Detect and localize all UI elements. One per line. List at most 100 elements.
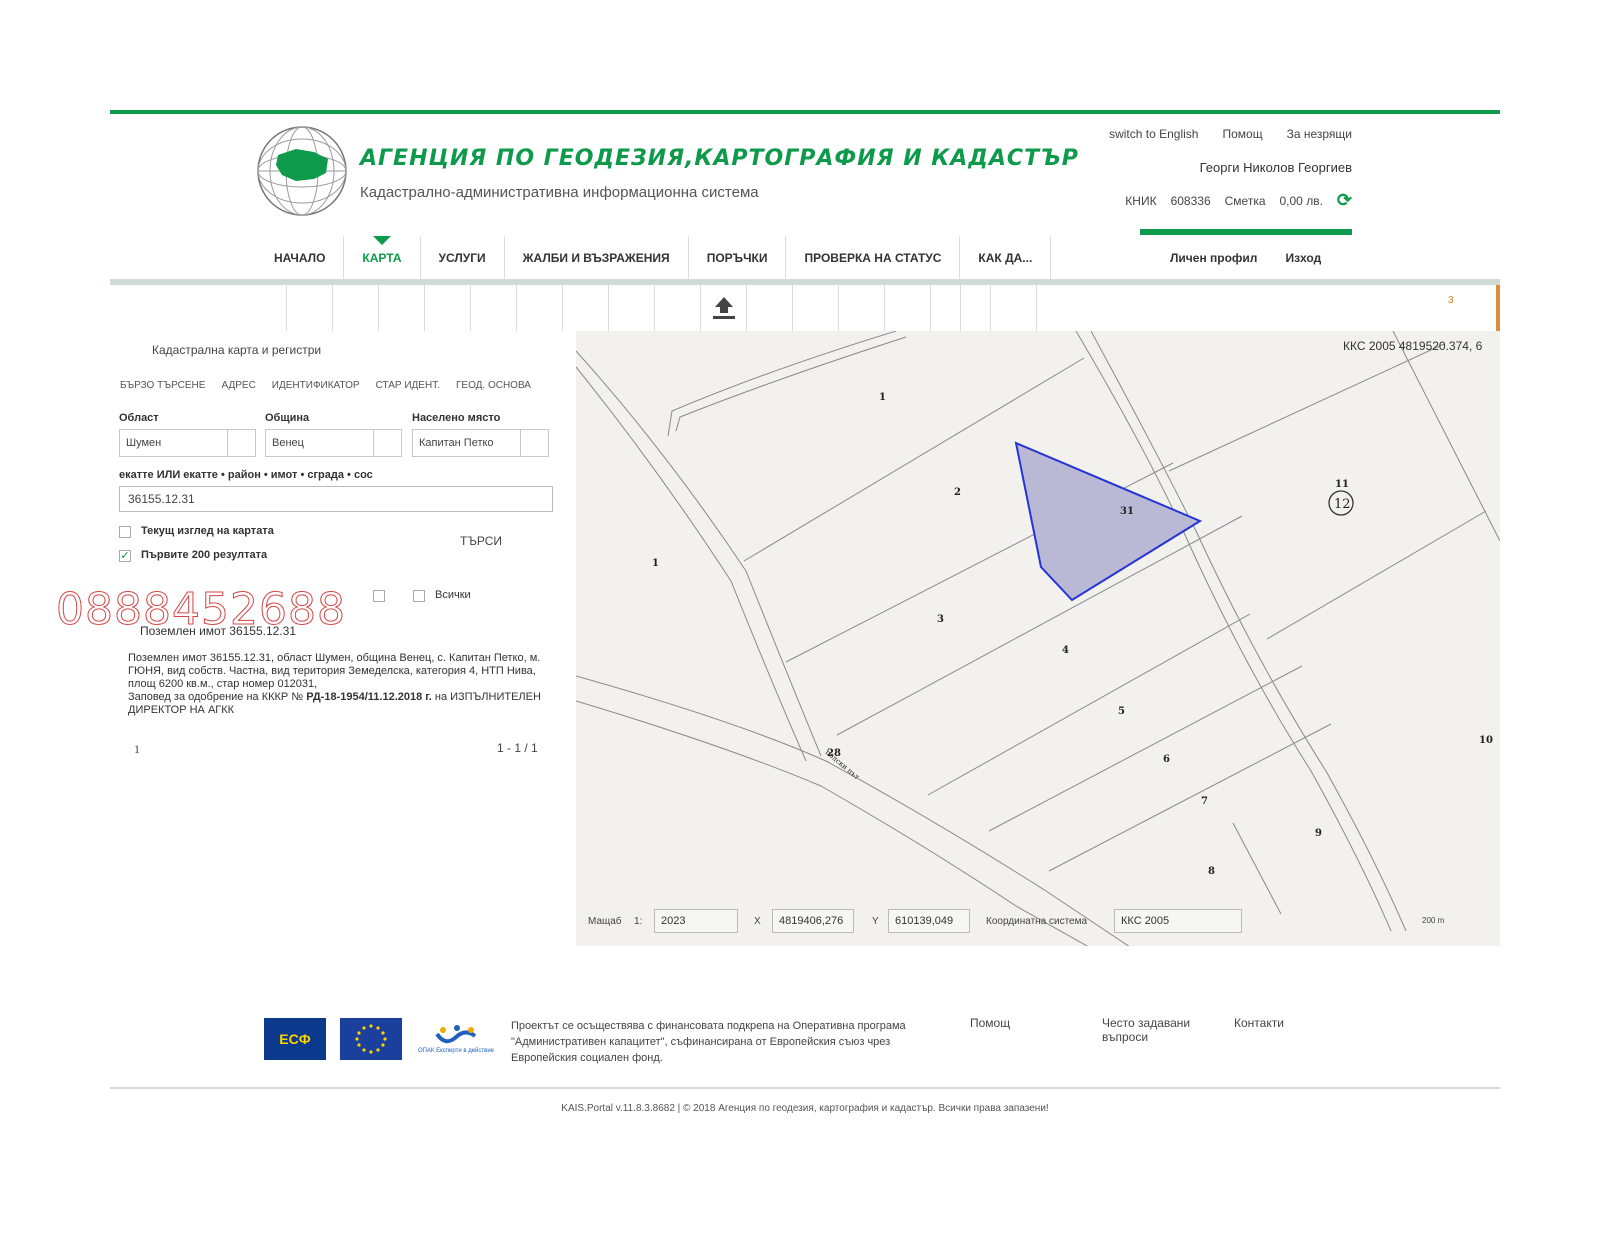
nav-services[interactable]: УСЛУГИ (421, 236, 505, 280)
agency-globe-logo (257, 126, 347, 216)
knik-label: КНИК (1125, 193, 1157, 208)
nav-how-to[interactable]: КАК ДА... (960, 236, 1052, 280)
tab-geodetic-base[interactable]: ГЕОД. ОСНОВА (456, 380, 531, 391)
nav-map-label: КАРТА (362, 251, 402, 265)
result-description: Поземлен имот 36155.12.31, област Шумен,… (128, 652, 548, 717)
parcel-label: 8 (1208, 866, 1215, 877)
nav-orders[interactable]: ПОРЪЧКИ (689, 236, 787, 280)
toolbar-button[interactable] (792, 285, 793, 331)
copyright: KAIS.Portal v.11.8.3.8682 | © 2018 Агенц… (561, 1103, 1049, 1114)
tab-address[interactable]: АДРЕС (221, 380, 255, 391)
toolbar-button[interactable] (332, 285, 333, 331)
logout-link[interactable]: Изход (1285, 251, 1321, 265)
parcel-label: 2 (954, 487, 961, 498)
result-title[interactable]: Поземлен имот 36155.12.31 (140, 624, 296, 638)
footer-help-link[interactable]: Помощ (970, 1016, 1010, 1030)
agency-name: АГЕНЦИЯ ПО ГЕОДЕЗИЯ,КАРТОГРАФИЯ И КАДАСТ… (360, 146, 1079, 171)
x-value: 4819406,276 (779, 915, 844, 927)
toolbar-count: 3 (1448, 295, 1454, 306)
x-label: X (754, 916, 761, 927)
highlighted-parcel[interactable] (1014, 441, 1203, 602)
toolbar-button[interactable] (654, 285, 655, 331)
parcel-label: 1 (879, 392, 886, 403)
toolbar-button[interactable] (990, 285, 991, 331)
account-label: Сметка (1224, 193, 1266, 208)
pager-page[interactable]: 1 (134, 742, 140, 757)
toolbar-button[interactable] (960, 285, 961, 331)
toolbar-button[interactable] (930, 285, 931, 331)
block-number: 12 (1334, 497, 1351, 512)
upload-icon[interactable] (700, 289, 748, 327)
parcel-label: 9 (1315, 828, 1322, 839)
crs-value: ККС 2005 (1121, 915, 1170, 927)
profile-link[interactable]: Личен профил (1170, 251, 1257, 265)
parcel-label: 3 (937, 614, 944, 625)
funding-logos: ЕСФ ОПАК Експерти в действие (264, 1018, 496, 1060)
region-select[interactable]: Шумен (119, 429, 256, 457)
municipality-value: Венец (272, 437, 304, 449)
search-button[interactable]: ТЪРСИ (460, 534, 502, 548)
select-all-checkbox[interactable] (413, 590, 425, 602)
toolbar-button[interactable] (562, 285, 563, 331)
help-link[interactable]: Помощ (1222, 127, 1262, 141)
account-info: КНИК 608336 Сметка 0,00 лв. ⟳ (1125, 190, 1352, 211)
municipality-select[interactable]: Венец (265, 429, 402, 457)
scale-prefix: 1: (634, 916, 643, 927)
scale-label: Мащаб (588, 916, 622, 927)
switch-language-link[interactable]: switch to English (1109, 127, 1198, 141)
scale-value: 2023 (661, 915, 686, 927)
current-view-checkbox[interactable] (119, 526, 131, 538)
map-status-bar: Мащаб 1: 2023 X 4819406,276 Y 610139,049… (576, 906, 1500, 938)
nav-complaints[interactable]: ЖАЛБИ И ВЪЗРАЖЕНИЯ (505, 236, 689, 280)
settlement-label: Населено място (412, 412, 501, 424)
select-checkbox[interactable] (373, 590, 385, 602)
parcel-label: 10 (1479, 735, 1493, 746)
result-desc-order: РД-18-1954/11.12.2018 г. (306, 691, 432, 703)
identifier-search-input[interactable] (119, 486, 553, 512)
esf-text: ЕСФ (279, 1031, 311, 1047)
scale-field[interactable]: 2023 (654, 909, 738, 933)
top-links: switch to English Помощ За незрящи (1109, 127, 1352, 141)
toolbar-button[interactable] (424, 285, 425, 331)
toolbar-button[interactable] (286, 285, 287, 331)
toolbar-button[interactable] (516, 285, 517, 331)
user-nav: Личен профил Изход (1170, 236, 1321, 280)
first-200-checkbox[interactable]: ✓ (119, 550, 131, 562)
tab-quick-search[interactable]: БЪРЗО ТЪРСЕНЕ (120, 380, 205, 391)
x-coordinate-field[interactable]: 4819406,276 (772, 909, 854, 933)
toolbar-button[interactable] (378, 285, 379, 331)
y-coordinate-field[interactable]: 610139,049 (888, 909, 970, 933)
toolbar-button[interactable] (608, 285, 609, 331)
account-balance: 0,00 лв. (1279, 193, 1323, 208)
result-desc-order-prefix: Заповед за одобрение на КККР № (128, 691, 304, 703)
y-label: Y (872, 916, 879, 927)
toolbar-button[interactable] (838, 285, 839, 331)
toolbar-button[interactable] (884, 285, 885, 331)
footer-faq-link[interactable]: Често задавани въпроси (1102, 1016, 1202, 1044)
panel-title: Кадастрална карта и регистри (152, 343, 322, 357)
cadastral-map[interactable]: 1 1 2 3 4 5 6 7 8 9 10 11 31 28 12 полск… (576, 331, 1500, 946)
nav-status-check-label: ПРОВЕРКА НА СТАТУС (804, 251, 942, 265)
nav-status-check[interactable]: ПРОВЕРКА НА СТАТУС (786, 236, 961, 280)
settlement-select[interactable]: Капитан Петко (412, 429, 549, 457)
dropdown-arrow-icon (373, 430, 401, 456)
crs-field[interactable]: ККС 2005 (1114, 909, 1242, 933)
system-subtitle: Кадастрално-административна информационн… (360, 184, 759, 201)
tab-old-identifier[interactable]: СТАР ИДЕНТ. (376, 380, 440, 391)
map-coordinates: ККС 2005 4819520.374, 6 (1343, 339, 1483, 353)
nav-home[interactable]: НАЧАЛО (256, 236, 345, 280)
knik-value: 608336 (1170, 193, 1211, 208)
refresh-icon[interactable]: ⟳ (1337, 190, 1352, 211)
accessibility-link[interactable]: За незрящи (1287, 127, 1352, 141)
nav-services-label: УСЛУГИ (438, 251, 486, 265)
footer-contacts-link[interactable]: Контакти (1234, 1016, 1284, 1030)
municipality-label: Община (265, 412, 310, 424)
nav-map[interactable]: КАРТА (344, 236, 421, 280)
tab-identifier[interactable]: ИДЕНТИФИКАТОР (272, 380, 360, 391)
parcel-label: 4 (1062, 645, 1069, 656)
parcel-label: 31 (1120, 506, 1134, 517)
parcel-label: 7 (1201, 796, 1208, 807)
map-canvas: 1 1 2 3 4 5 6 7 8 9 10 11 31 28 12 полск… (576, 331, 1500, 946)
toolbar-button[interactable] (470, 285, 471, 331)
pager-count: 1 - 1 / 1 (497, 741, 538, 755)
